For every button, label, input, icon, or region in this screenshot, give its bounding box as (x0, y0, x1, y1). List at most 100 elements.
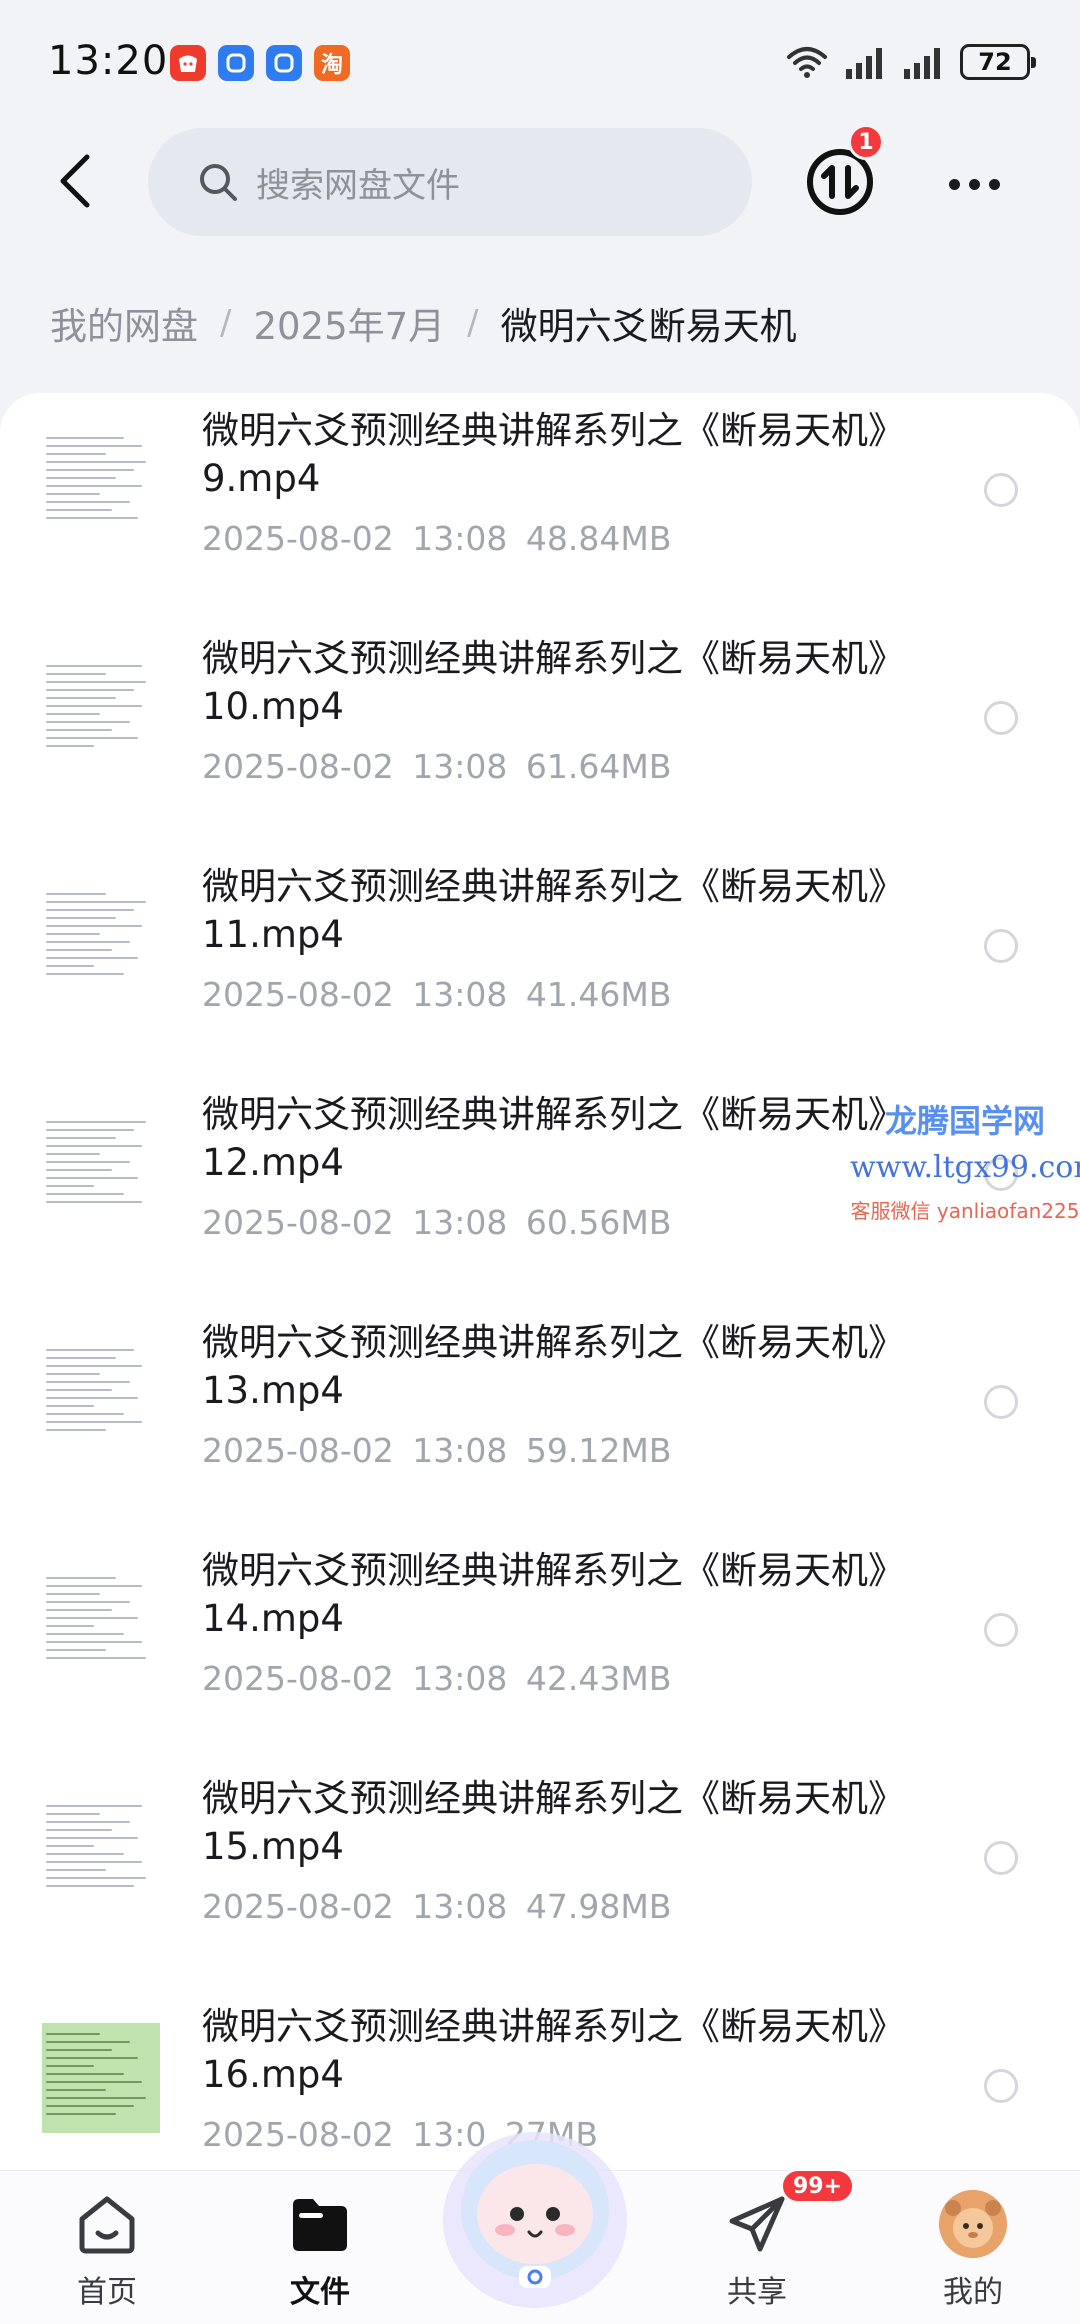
thumbnail-text-line (46, 1169, 112, 1171)
thumbnail-text-line (46, 517, 138, 519)
thumbnail-text-line (46, 1649, 106, 1651)
file-time: 13:08 (412, 1431, 508, 1470)
thumbnail-text-line (46, 2081, 142, 2083)
thumbnail-text-line (46, 2065, 94, 2067)
file-thumbnail (42, 2023, 160, 2133)
breadcrumb-item-month[interactable]: 2025年7月 (253, 296, 445, 350)
more-options-button[interactable] (934, 154, 1014, 214)
thumbnail-text-line (46, 477, 116, 479)
thumbnail-text-line (46, 745, 94, 747)
thumbnail-text-line (46, 2033, 100, 2035)
thumbnail-text-line (46, 1153, 100, 1155)
nav-share-label: 共享 (727, 2275, 787, 2310)
thumbnail-text-line (46, 1657, 146, 1659)
thumbnail-text-line (46, 665, 142, 667)
file-thumbnail (42, 1111, 160, 1221)
thumbnail-text-line (46, 2041, 130, 2043)
select-checkbox[interactable] (984, 473, 1018, 507)
breadcrumb-separator: / (220, 303, 232, 343)
thumbnail-text-line (46, 1365, 142, 1367)
nav-files-label: 文件 (290, 2275, 350, 2310)
thumbnail-text-line (46, 1805, 142, 1807)
file-row[interactable]: 微明六爻预测经典讲解系列之《断易天机》15.mp4 2025-08-02 13:… (0, 1761, 1080, 1989)
file-date: 2025-08-02 (202, 1887, 394, 1926)
search-input[interactable]: 搜索网盘文件 (148, 128, 752, 236)
nav-me[interactable]: 我的 (898, 2189, 1048, 2319)
file-date: 2025-08-02 (202, 1203, 394, 1242)
thumbnail-text-line (46, 2073, 124, 2075)
thumbnail-text-line (46, 469, 134, 471)
thumbnail-text-line (46, 437, 124, 439)
thumbnail-text-line (46, 909, 134, 911)
select-checkbox[interactable] (984, 1613, 1018, 1647)
file-time: 13:08 (412, 519, 508, 558)
file-thumbnail (42, 1339, 160, 1449)
avatar (938, 2189, 1008, 2259)
watermark-contact: 客服微信 yanliaofan225 (850, 1199, 1080, 1223)
select-checkbox[interactable] (984, 929, 1018, 963)
thumbnail-text-line (46, 1177, 138, 1179)
thumbnail-text-line (46, 1577, 116, 1579)
thumbnail-text-line (46, 1145, 142, 1147)
file-date: 2025-08-02 (202, 1659, 394, 1698)
breadcrumb-item-root[interactable]: 我的网盘 (50, 296, 198, 350)
watermark-title: 龙腾国学网 (884, 1102, 1045, 1140)
thumbnail-text-line (46, 1129, 134, 1131)
mascot-icon (443, 2132, 627, 2308)
file-date: 2025-08-02 (202, 2115, 394, 2154)
thumbnail-text-line (46, 681, 146, 683)
thumbnail-text-line (46, 737, 138, 739)
file-thumbnail (42, 883, 160, 993)
status-bar: 13:20 淘 72 (0, 0, 1080, 120)
thumbnail-text-line (46, 1593, 100, 1595)
thumbnail-text-line (46, 957, 138, 959)
thumbnail-text-line (46, 493, 100, 495)
file-size: 61.64MB (525, 747, 672, 786)
blue-app-icon (218, 45, 254, 81)
file-row[interactable]: 微明六爻预测经典讲解系列之《断易天机》10.mp4 2025-08-02 13:… (0, 621, 1080, 849)
file-date: 2025-08-02 (202, 519, 394, 558)
file-row[interactable]: 微明六爻预测经典讲解系列之《断易天机》9.mp4 2025-08-02 13:0… (0, 393, 1080, 621)
nav-me-label: 我的 (943, 2275, 1003, 2310)
pdd-app-icon (170, 45, 206, 81)
thumbnail-text-line (46, 2097, 146, 2099)
file-row[interactable]: 微明六爻预测经典讲解系列之《断易天机》13.mp4 2025-08-02 13:… (0, 1305, 1080, 1533)
status-time: 13:20 (48, 38, 169, 84)
thumbnail-text-line (46, 445, 142, 447)
ai-assistant-button[interactable] (435, 2110, 635, 2310)
thumbnail-text-line (46, 1877, 146, 1879)
thumbnail-text-line (46, 1397, 138, 1399)
signal-icon (846, 48, 882, 79)
thumbnail-text-line (46, 973, 124, 975)
file-row[interactable]: 微明六爻预测经典讲解系列之《断易天机》14.mp4 2025-08-02 13:… (0, 1533, 1080, 1761)
file-size: 42.43MB (525, 1659, 672, 1698)
thumbnail-text-line (46, 461, 146, 463)
thumbnail-text-line (46, 689, 134, 691)
back-button[interactable] (40, 146, 110, 216)
select-checkbox[interactable] (984, 2069, 1018, 2103)
file-meta: 2025-08-02 13:08 47.98MB (202, 1887, 671, 1926)
breadcrumb: 我的网盘 / 2025年7月 / 微明六爻断易天机 (50, 296, 797, 350)
thumbnail-text-line (46, 1193, 124, 1195)
file-row[interactable]: 微明六爻预测经典讲解系列之《断易天机》11.mp4 2025-08-02 13:… (0, 849, 1080, 1077)
thumbnail-text-line (46, 1373, 100, 1375)
nav-share[interactable]: 共享 (682, 2189, 832, 2319)
select-checkbox[interactable] (984, 1385, 1018, 1419)
nav-home[interactable]: 首页 (32, 2189, 182, 2319)
thumbnail-text-line (46, 485, 142, 487)
file-thumbnail (42, 655, 160, 765)
file-size: 59.12MB (525, 1431, 672, 1470)
file-meta: 2025-08-02 13:08 59.12MB (202, 1431, 671, 1470)
thumbnail-text-line (46, 1121, 146, 1123)
thumbnail-text-line (46, 2113, 116, 2115)
thumbnail-text-line (46, 1161, 130, 1163)
select-checkbox[interactable] (984, 701, 1018, 735)
file-time: 13:08 (412, 1887, 508, 1926)
nav-files[interactable]: 文件 (245, 2189, 395, 2319)
home-icon (72, 2189, 142, 2259)
select-checkbox[interactable] (984, 1841, 1018, 1875)
file-size: 47.98MB (525, 1887, 672, 1926)
search-icon (200, 164, 237, 201)
thumbnail-text-line (46, 1405, 94, 1407)
thumbnail-text-line (46, 1625, 94, 1627)
